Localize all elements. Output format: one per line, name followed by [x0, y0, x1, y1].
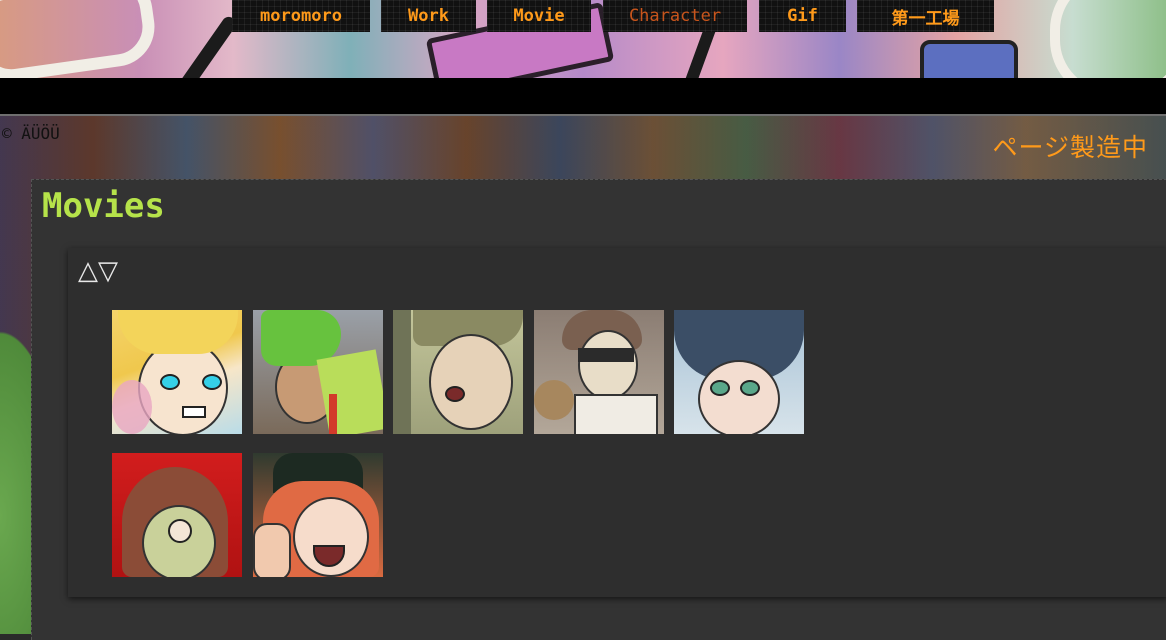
eye-icon — [168, 519, 192, 543]
page-title: Movies — [42, 186, 165, 226]
shirt-shape — [574, 394, 658, 434]
copyright-text: © ÄÜÖÜ — [2, 124, 60, 143]
sort-toggle-icon[interactable]: △▽ — [78, 256, 118, 286]
character-face — [429, 334, 513, 430]
nav-moromoro[interactable]: moromoro — [232, 0, 370, 32]
under-construction-text: ページ製造中 — [992, 133, 1148, 162]
character-face — [578, 330, 638, 400]
blonde-boy-thumbnail[interactable] — [112, 310, 242, 434]
thumbnail-gallery: △▽ — [68, 248, 1166, 597]
character-mouth — [182, 406, 206, 418]
hand-shape — [253, 523, 291, 577]
dark-hair-thumbnail[interactable] — [674, 310, 804, 434]
character-face — [698, 360, 780, 434]
flower-shape — [112, 380, 152, 434]
eye-icon — [202, 374, 222, 390]
movies-panel: Movies △▽ — [31, 179, 1166, 640]
bandaged-thumbnail[interactable] — [534, 310, 664, 434]
header-bar — [0, 78, 1166, 116]
cat-hat-thumbnail[interactable] — [253, 453, 383, 577]
eye-icon — [160, 374, 180, 390]
eye-icon — [710, 380, 730, 396]
nav-work[interactable]: Work — [381, 0, 476, 32]
main-nav: moromoro Work Movie Character Gif 第一工場 — [0, 0, 1166, 32]
nav-character[interactable]: Character — [603, 0, 747, 32]
nav-gif[interactable]: Gif — [759, 0, 846, 32]
red-hood-thumbnail[interactable] — [112, 453, 242, 577]
nav-factory[interactable]: 第一工場 — [857, 0, 994, 32]
tie-shape — [329, 394, 337, 434]
character-mouth — [445, 386, 465, 402]
nav-movie[interactable]: Movie — [487, 0, 591, 32]
jacket-shape — [316, 349, 383, 434]
blindfold-shape — [578, 348, 634, 362]
eye-icon — [740, 380, 760, 396]
bread-shape — [534, 380, 574, 420]
column-shape — [393, 310, 411, 434]
banner-art-shape — [920, 40, 1018, 78]
character-hair — [118, 310, 238, 354]
green-hair-thumbnail[interactable] — [253, 310, 383, 434]
cap-boy-thumbnail[interactable] — [393, 310, 523, 434]
